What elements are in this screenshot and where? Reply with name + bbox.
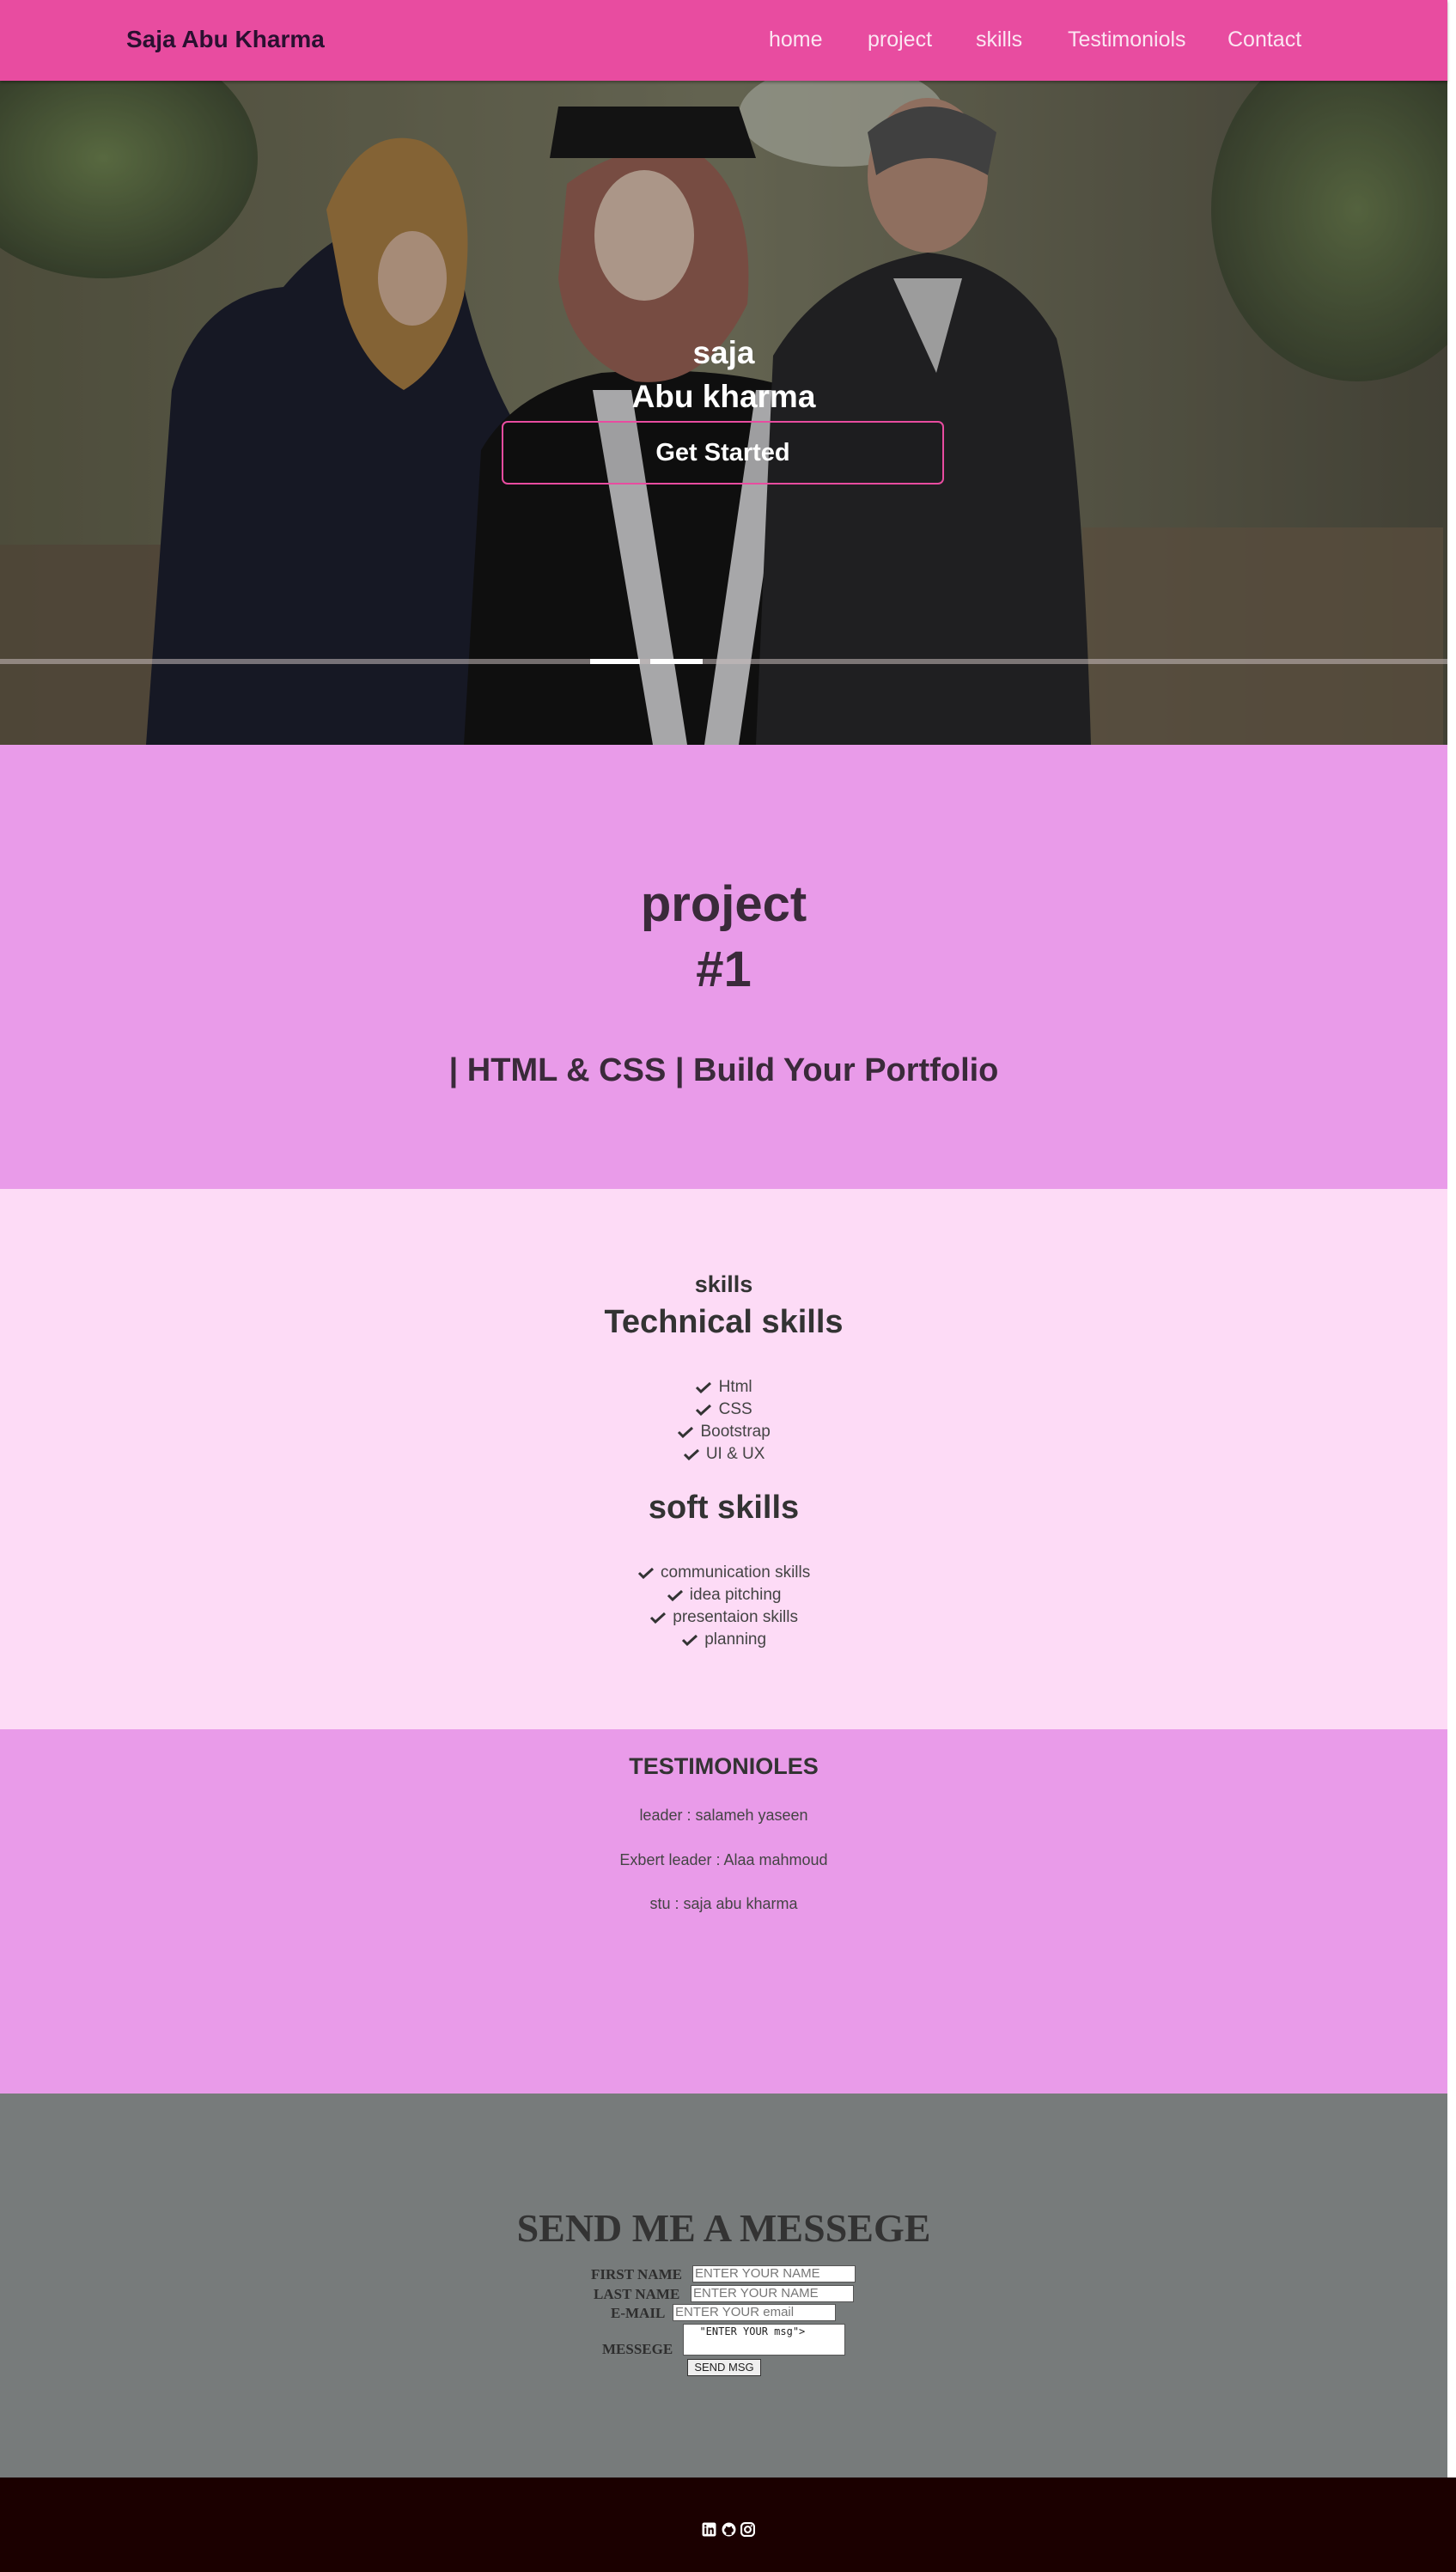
- project-subtitle: | HTML & CSS | Build Your Portfolio: [448, 1052, 999, 1088]
- last-name-label: LAST NAME: [594, 2286, 680, 2302]
- message-label: MESSEGE: [602, 2341, 673, 2357]
- skill-item: presentaion skills: [0, 1608, 1447, 1627]
- nav-link-contact[interactable]: Contact: [1228, 27, 1301, 52]
- skill-item: idea pitching: [0, 1586, 1447, 1605]
- check-icon: [649, 1612, 666, 1624]
- page-edge: [1447, 0, 1456, 2478]
- skill-label: UI & UX: [705, 1445, 765, 1463]
- check-icon: [637, 1567, 654, 1579]
- soft-skills-title: soft skills: [648, 1490, 800, 1526]
- page: Saja Abu Kharma home project skills Test…: [0, 0, 1456, 2572]
- send-msg-button[interactable]: SEND MSG: [687, 2359, 761, 2376]
- testimonial-item: Exbert leader : Alaa mahmoud: [619, 1851, 828, 1868]
- footer: [0, 2478, 1456, 2572]
- carousel-indicator-2[interactable]: [650, 659, 703, 664]
- skill-item: planning: [0, 1630, 1447, 1649]
- contact-section: SEND ME A MESSEGE FIRST NAME ENTER YOUR …: [0, 2094, 1447, 2478]
- testimonial-item: stu : saja abu kharma: [649, 1895, 798, 1912]
- email-field[interactable]: ENTER YOUR email: [673, 2304, 836, 2321]
- skills-section: skills Technical skills Html CSS Bootstr…: [0, 1189, 1447, 1729]
- technical-skills-title: Technical skills: [604, 1304, 844, 1340]
- hero-name-first: saja: [692, 335, 755, 370]
- last-name-field[interactable]: ENTER YOUR NAME: [691, 2285, 854, 2302]
- check-icon: [681, 1634, 698, 1646]
- hero-carousel: saja Abu kharma Get Started: [0, 81, 1447, 745]
- carousel-indicator-track: [0, 659, 1447, 664]
- check-icon: [683, 1448, 699, 1460]
- first-name-field[interactable]: ENTER YOUR NAME: [692, 2265, 856, 2282]
- nav-link-project[interactable]: project: [868, 27, 932, 52]
- contact-title: SEND ME A MESSEGE: [516, 2206, 931, 2250]
- testimonials-section: TESTIMONIOLES leader : salameh yaseen Ex…: [0, 1729, 1447, 2094]
- project-section: project #1 | HTML & CSS | Build Your Por…: [0, 745, 1447, 1189]
- testimonials-title: TESTIMONIOLES: [629, 1753, 819, 1779]
- github-icon[interactable]: [722, 2522, 736, 2537]
- hero-name-last: Abu kharma: [631, 379, 816, 414]
- skill-label: Bootstrap: [700, 1423, 771, 1441]
- skill-label: idea pitching: [689, 1586, 782, 1604]
- nav-link-skills[interactable]: skills: [976, 27, 1022, 52]
- nav-link-home[interactable]: home: [769, 27, 823, 52]
- skill-item: Html: [0, 1378, 1447, 1397]
- instagram-icon[interactable]: [740, 2522, 755, 2537]
- navbar: Saja Abu Kharma home project skills Test…: [0, 0, 1447, 81]
- skill-item: communication skills: [0, 1563, 1447, 1582]
- testimonial-item: leader : salameh yaseen: [639, 1807, 808, 1824]
- linkedin-icon[interactable]: [702, 2522, 716, 2537]
- carousel-indicator-1[interactable]: [590, 659, 640, 664]
- skill-label: presentaion skills: [673, 1608, 799, 1626]
- skill-label: planning: [704, 1630, 767, 1649]
- skills-section-label: skills: [694, 1271, 753, 1297]
- skill-item: Bootstrap: [0, 1423, 1447, 1441]
- project-title: project: [640, 876, 807, 932]
- first-name-label: FIRST NAME: [591, 2266, 682, 2282]
- check-icon: [678, 1426, 694, 1438]
- check-icon: [696, 1404, 712, 1416]
- skill-label: Html: [718, 1378, 752, 1396]
- skill-label: communication skills: [661, 1563, 811, 1582]
- brand-logo[interactable]: Saja Abu Kharma: [126, 26, 325, 53]
- skill-item: UI & UX: [0, 1445, 1447, 1464]
- skill-label: CSS: [718, 1400, 752, 1418]
- project-number: #1: [696, 942, 752, 997]
- check-icon: [667, 1589, 683, 1601]
- email-label: E-MAIL: [611, 2305, 666, 2321]
- get-started-button[interactable]: Get Started: [502, 421, 944, 485]
- check-icon: [696, 1381, 712, 1393]
- skill-item: CSS: [0, 1400, 1447, 1419]
- message-textarea[interactable]: "ENTER YOUR msg">: [683, 2324, 845, 2356]
- nav-link-testimonials[interactable]: Testimoniols: [1068, 27, 1186, 52]
